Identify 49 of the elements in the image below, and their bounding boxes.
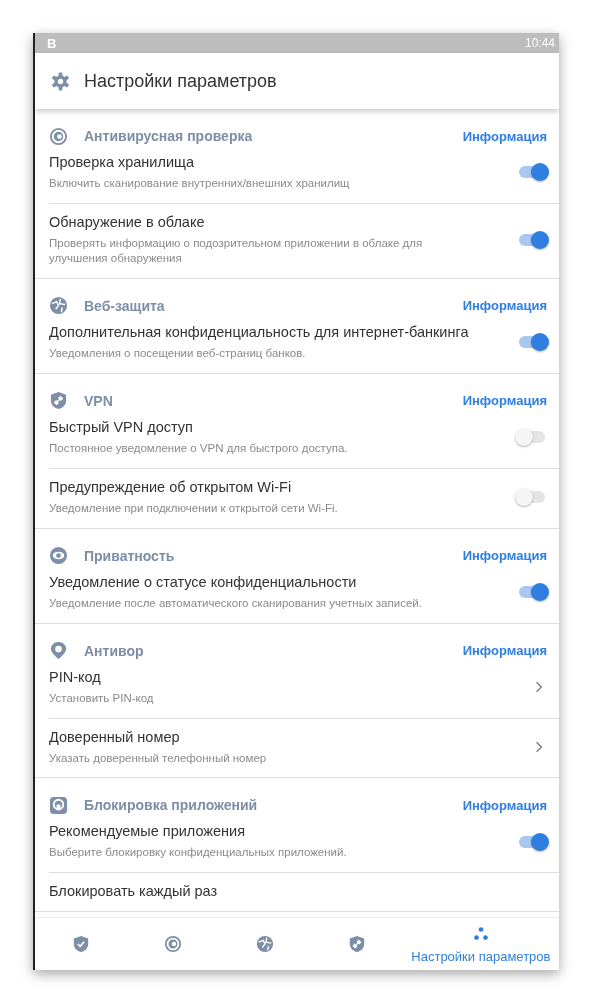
info-link[interactable]: Информация <box>462 643 547 659</box>
app-lock-icon <box>49 795 68 815</box>
setting-label: Рекомендуемые приложения <box>49 823 247 840</box>
eye-icon <box>49 546 68 566</box>
section-title: Антивирусная проверка <box>84 128 254 144</box>
shield-check-icon <box>71 935 90 953</box>
setting-label: Предупреждение об открытом Wi-Fi <box>49 478 293 495</box>
setting-description: Установить PIN-код <box>49 690 155 706</box>
section-title: Антивор <box>84 642 145 659</box>
section-title: Веб-защита <box>84 297 166 314</box>
setting-description: Включить сканирование внутренних/внешних хранилищ <box>49 176 351 191</box>
setting-label: Блокировать каждый раз <box>49 883 219 900</box>
setting-description: Выберите блокировку конфиденциальных приложений. <box>49 845 348 861</box>
shield-link-icon <box>347 935 366 953</box>
scan-icon <box>163 935 182 953</box>
setting-description: Постоянное уведомление о VPN для быстрого доступа. <box>49 440 349 456</box>
settings-icon <box>51 71 70 91</box>
setting-description: Уведомление при подключении к открытой сети Wi-Fi. <box>49 500 339 516</box>
info-link[interactable]: Информация <box>462 128 547 144</box>
setting-label: PIN-код <box>49 668 102 685</box>
section-title: Приватность <box>84 547 176 564</box>
setting-label: Обнаружение в облаке <box>49 213 206 230</box>
chevron-right-icon <box>535 740 543 753</box>
section-title: Блокировка приложений <box>84 797 259 814</box>
setting-label: Проверка хранилища <box>49 154 195 170</box>
shield-link-icon <box>49 391 68 411</box>
status-time: 10:44 <box>524 36 555 50</box>
info-link[interactable]: Информация <box>462 298 547 314</box>
setting-label: Доверенный номер <box>49 728 181 745</box>
setting-label: Дополнительная конфиденциальность для интернет-банкинга <box>49 323 470 340</box>
setting-label: Быстрый VPN доступ <box>49 418 194 435</box>
screen-title: Настройки параметров <box>84 70 277 92</box>
info-link[interactable]: Информация <box>462 393 547 409</box>
globe-icon <box>49 296 68 316</box>
status-app-letter: B <box>47 35 57 51</box>
setting-description: Указать доверенный телефонный номер <box>49 750 268 766</box>
chevron-right-icon <box>535 681 543 694</box>
info-link[interactable]: Информация <box>462 548 547 564</box>
info-link[interactable]: Информация <box>462 797 547 813</box>
setting-description: Уведомление после автоматического сканирования учетных записей. <box>49 595 423 611</box>
setting-label: Уведомление о статусе конфиденциальности <box>49 573 358 590</box>
globe-icon <box>255 935 274 953</box>
location-pin-icon <box>49 641 68 661</box>
dots-icon <box>471 924 490 943</box>
setting-description: Уведомления о посещении веб-страниц банков. <box>49 345 307 361</box>
setting-description: Проверять информацию о подозрительном приложении в облаке для улучшения обнаружения <box>49 235 424 266</box>
nav-tab[interactable]: Настройки параметров <box>402 924 559 964</box>
section-title: VPN <box>84 392 114 409</box>
scan-icon <box>49 126 68 146</box>
